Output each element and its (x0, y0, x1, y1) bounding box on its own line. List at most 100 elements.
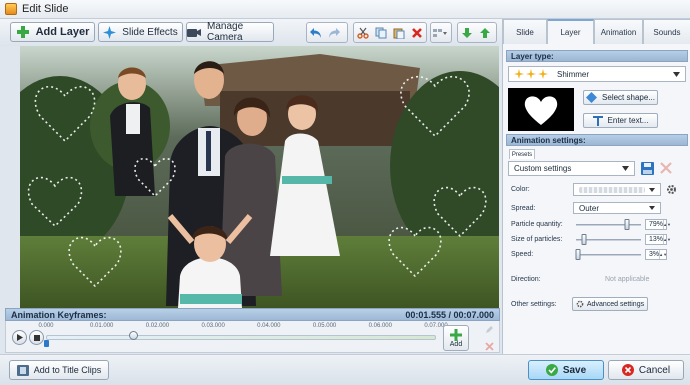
spin-arrows-icon[interactable]: ▲▼ (663, 220, 671, 229)
speed-input[interactable]: 3% ▲▼ (645, 249, 667, 260)
play-button[interactable] (12, 330, 27, 345)
time-ruler[interactable]: 0.000 0.01.000 0.02.000 0.03.000 0.04.000 0.0… (38, 323, 448, 351)
manage-camera-button[interactable]: Manage Camera (186, 21, 274, 43)
slider-rail (576, 254, 641, 256)
timeline-tick-label: 0.03.000 (201, 323, 225, 329)
gear-icon (576, 300, 584, 308)
history-group (306, 22, 348, 43)
timeline-tick-label: 0.02.000 (145, 323, 170, 329)
add-to-title-clips-button[interactable]: Add to Title Clips (9, 360, 109, 380)
slide-effects-button[interactable]: Slide Effects (98, 22, 183, 42)
stop-icon (33, 334, 40, 341)
color-select[interactable] (573, 183, 661, 196)
add-layer-label: Add Layer (35, 26, 90, 38)
timeline-tick-label: 0.04.000 (257, 323, 281, 329)
move-up-icon[interactable] (476, 23, 494, 42)
direction-value: Not applicable (605, 276, 650, 283)
speed-value: 3% (649, 251, 660, 258)
slide-canvas[interactable] (20, 46, 499, 308)
copy-icon[interactable] (372, 23, 390, 42)
redo-icon[interactable] (325, 23, 343, 42)
chevron-down-icon (649, 206, 655, 210)
delete-preset-icon[interactable] (660, 162, 672, 174)
slide-photo (20, 46, 499, 308)
timeline-tick-label: 0.06.000 (368, 323, 392, 329)
spread-label: Spread: (511, 205, 536, 212)
paste-icon[interactable] (390, 23, 408, 42)
bottom-bar: Add to Title Clips Save Cancel (0, 354, 690, 385)
particle-size-slider[interactable] (576, 234, 641, 246)
add-layer-button[interactable]: Add Layer (10, 22, 95, 42)
shimmer-icon (514, 69, 554, 79)
tab-animation[interactable]: Animation (594, 19, 643, 44)
chevron-down-icon (622, 166, 629, 171)
tab-sounds[interactable]: Sounds (643, 19, 690, 44)
timeline-tick-label: 0.01.000 (90, 323, 114, 329)
keyframe-timeline: 0.000 0.01.000 0.02.000 0.03.000 0.04.000 0.0… (5, 321, 500, 353)
particle-quantity-input[interactable]: 79% ▲▼ (645, 219, 671, 230)
add-keyframe-button[interactable]: Add (443, 325, 469, 351)
direction-label: Direction: (511, 276, 541, 283)
keyframe-side-tools (483, 325, 495, 351)
chevron-down-icon (649, 187, 655, 192)
timeline-track[interactable] (46, 335, 436, 340)
slider-knob[interactable] (624, 219, 630, 230)
speed-label: Speed: (511, 251, 534, 258)
keyframes-title: Animation Keyframes: (11, 309, 107, 320)
cut-icon[interactable] (354, 23, 372, 42)
stop-button[interactable] (29, 330, 44, 345)
plus-icon (16, 25, 30, 39)
playhead-thumb[interactable] (128, 331, 138, 340)
spin-arrows-icon[interactable]: ▲▼ (663, 235, 671, 244)
film-icon (16, 364, 29, 376)
particle-size-label: Size of particles: (511, 236, 563, 243)
delete-keyframe-icon[interactable] (484, 342, 494, 351)
manage-camera-label: Manage Camera (207, 21, 244, 43)
slider-rail (576, 224, 641, 226)
checkmark-icon (545, 364, 558, 376)
select-shape-label: Select shape... (602, 93, 655, 102)
sparkle-icon (103, 25, 117, 39)
undo-icon[interactable] (307, 23, 325, 42)
settings-panel: Slide Layer Animation Sounds Layer type:… (502, 19, 690, 354)
cancel-button[interactable]: Cancel (608, 360, 684, 380)
top-toolbar: Add Layer Slide Effects Manage Camera (0, 19, 502, 46)
preset-value: Custom settings (514, 164, 572, 173)
particle-quantity-slider[interactable] (576, 219, 641, 231)
cancel-label: Cancel (638, 364, 671, 376)
spread-select[interactable]: Outer (573, 202, 661, 214)
order-group (457, 22, 497, 43)
advanced-settings-label: Advanced settings (586, 300, 645, 308)
slider-knob[interactable] (575, 249, 581, 260)
color-label: Color: (511, 186, 530, 193)
shape-preview (508, 88, 574, 131)
gear-icon[interactable] (666, 184, 677, 195)
layer-type-header: Layer type: (506, 50, 688, 62)
heart-shape-icon (523, 94, 559, 126)
move-down-icon[interactable] (458, 23, 476, 42)
delete-icon[interactable] (408, 23, 426, 42)
select-shape-button[interactable]: Select shape... (583, 90, 658, 105)
spin-arrows-icon[interactable]: ▲▼ (659, 250, 667, 259)
edit-keyframe-icon[interactable] (485, 325, 494, 334)
keyframe-marker[interactable] (44, 340, 49, 347)
save-preset-icon[interactable] (641, 162, 654, 175)
keyframes-time: 00:01.555 / 00:07.000 (405, 309, 494, 320)
play-icon (16, 334, 23, 341)
presets-tab[interactable]: Presets (509, 149, 535, 159)
tab-layer[interactable]: Layer (547, 19, 594, 44)
speed-slider[interactable] (575, 249, 641, 261)
save-button[interactable]: Save (528, 360, 604, 380)
text-t-icon (592, 115, 603, 126)
tab-slide[interactable]: Slide (503, 19, 547, 44)
enter-text-button[interactable]: Enter text... (583, 113, 658, 128)
slider-knob[interactable] (581, 234, 587, 245)
title-bar: Edit Slide (0, 0, 690, 19)
preset-select[interactable]: Custom settings (508, 161, 635, 176)
advanced-settings-button[interactable]: Advanced settings (572, 297, 648, 311)
color-swatch (579, 186, 645, 193)
align-dropdown-icon[interactable] (431, 23, 449, 42)
plus-icon (450, 328, 462, 341)
layer-type-select[interactable]: Shimmer (508, 66, 686, 82)
particle-size-input[interactable]: 13% ▲▼ (645, 234, 671, 245)
